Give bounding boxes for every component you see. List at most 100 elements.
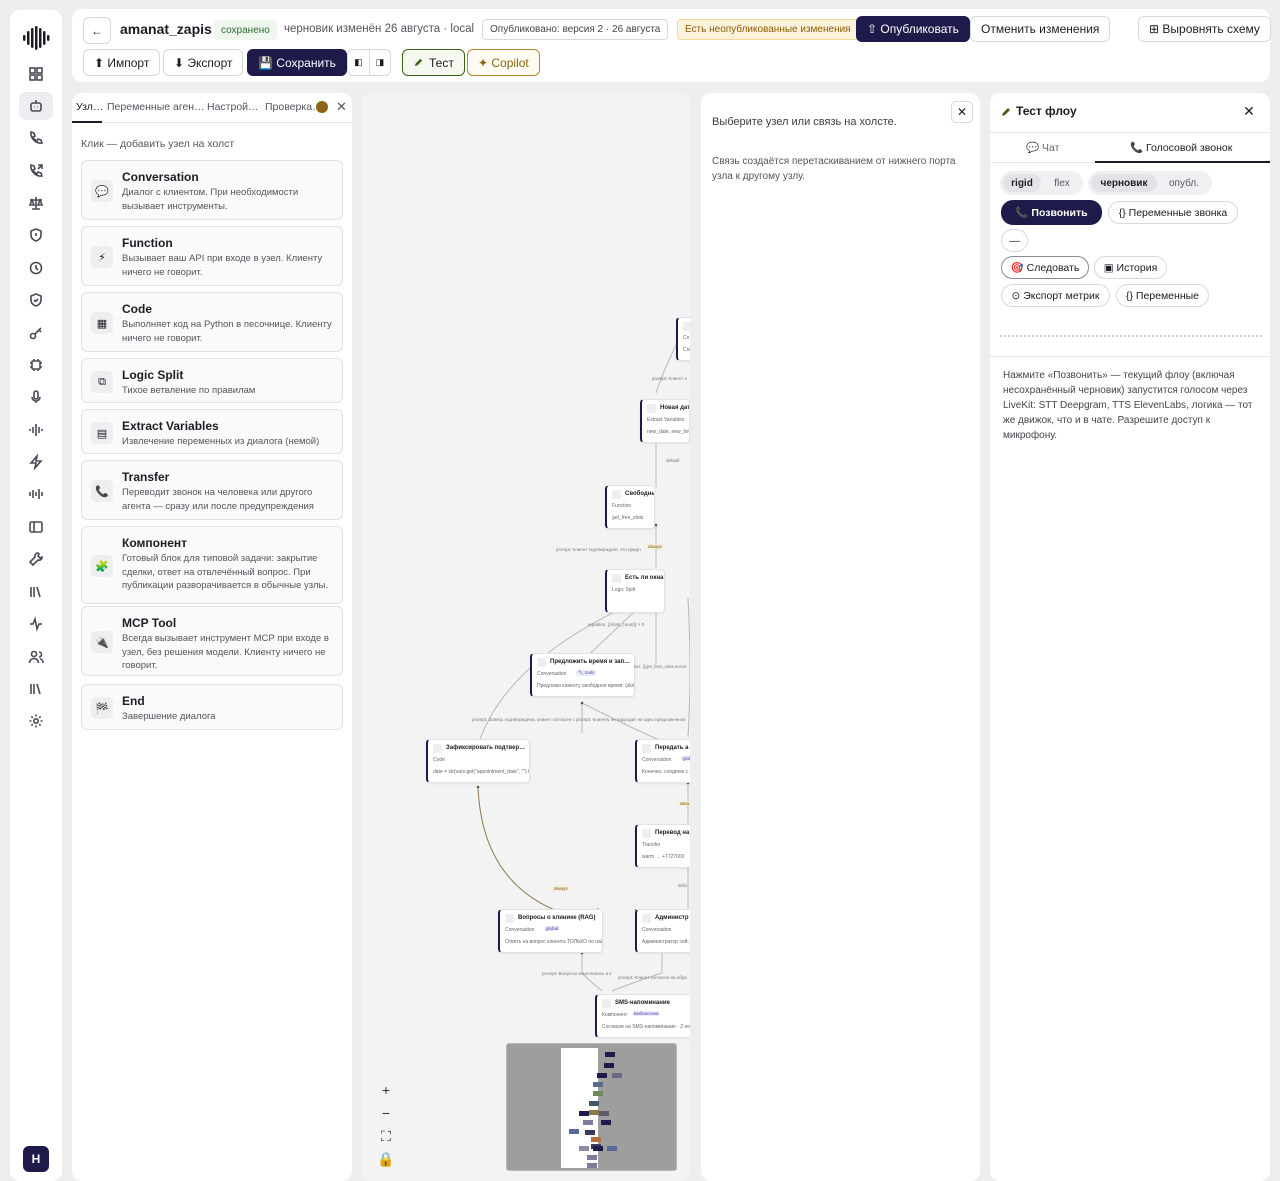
follow-button[interactable]: 🎯 Следовать [1001,256,1089,279]
palette-card[interactable]: 📞 Transfer Переводит звонок на человека ил… [81,460,343,520]
edge-label[interactable]: alwa [678,801,690,806]
tab-validation[interactable]: Проверка… [265,101,323,113]
flow-node[interactable]: Новая дат Extract Variables new_date, new_… [640,399,690,443]
nav-shield[interactable] [19,221,53,249]
flow-canvas[interactable]: Co Cre… (Ja… Новая дат Extract Variables new… [362,93,690,1181]
palette-card-title: End [122,694,145,708]
copilot-button[interactable]: ✦ Copilot [467,49,540,76]
palette-card[interactable]: 🧩 Компонент Готовый блок для типовой задач… [81,526,343,604]
panel-right-toggle[interactable]: ◨ [369,49,391,76]
palette-card[interactable]: 💬 Conversation Диалог с клиентом. При необ… [81,160,343,220]
user-avatar[interactable]: H [23,1146,49,1172]
edge-label[interactable]: prompt: Клиент согласен на обра [618,975,687,980]
flow-node[interactable]: Есть ли окна Logic Split [605,569,665,613]
edge-label[interactable]: equation: {{slots_count}} > 0 [588,622,644,627]
save-button[interactable]: 💾 Сохранить [247,49,347,76]
nav-users[interactable] [19,643,53,671]
nav-activity[interactable] [19,610,53,638]
variables-button[interactable]: {} Переменные [1116,284,1209,307]
edge-label[interactable]: prompt: Запись подтверждена, клиент согл… [472,717,686,722]
edge-label[interactable]: prompt: Клиент подтверждает, что предл [556,547,641,552]
panel-left-toggle[interactable]: ◧ [347,49,369,76]
nav-books[interactable] [19,675,53,703]
nav-chip[interactable] [19,351,53,379]
brand-logo[interactable] [22,26,50,50]
fit-view-button[interactable]: ⛶ [376,1126,396,1146]
flow-node[interactable]: Предложить время и зап… Conversation 🔧 too… [530,653,635,697]
source-draft[interactable]: черновик [1091,174,1157,192]
flow-node[interactable]: Перевод на Transfer warm → +7727000 [635,824,690,868]
test-button[interactable]: Тест [402,49,465,76]
edge-label[interactable]: default [666,458,680,463]
nav-gear[interactable] [19,707,53,735]
palette-card[interactable]: 🏁 End Завершение диалога [81,684,343,730]
node-type-icon [537,658,546,667]
flow-node[interactable]: Вопросы о клинике (RAG) Conversation globa… [498,909,603,953]
zoom-out-button[interactable]: − [376,1103,396,1123]
flow-node[interactable]: Co Cre… (Ja… [676,317,690,361]
tab-agent-variables[interactable]: Переменные аген… [107,101,205,113]
nav-sidebar[interactable] [19,513,53,541]
edge-label[interactable]: always [552,886,570,891]
nav-grid[interactable] [19,60,53,88]
import-button[interactable]: ⬆ Импорт [83,49,161,76]
nav-shield-check[interactable] [19,286,53,314]
flow-node[interactable]: Передать а Conversation global Конечно, сое… [635,739,690,783]
nav-key[interactable] [19,319,53,347]
mode-flex[interactable]: flex [1044,174,1080,192]
tab-nodes[interactable]: Узл… [76,101,103,113]
close-icon[interactable]: ✕ [1238,100,1260,122]
minimap-node [587,1155,597,1160]
palette-card[interactable]: ⧉ Logic Split Тихое ветвление по правилам [81,358,343,403]
back-button[interactable]: ← [83,17,111,44]
tab-chat[interactable]: 💬 Чат [1026,141,1059,154]
grid-icon [29,67,43,81]
export-button[interactable]: ⬇ Экспорт [163,49,244,76]
publish-button[interactable]: ⇧ Опубликовать [856,16,970,42]
flow-node-title: Есть ли окна [625,575,664,581]
flow-node[interactable]: SMS-напоминание Компонент Библиотека Соглас… [595,994,690,1038]
history-button[interactable]: ▣ История [1094,256,1167,279]
nav-phone-outgoing[interactable] [19,157,53,185]
nav-wrench[interactable] [19,545,53,573]
source-published[interactable]: опубл. [1160,174,1208,192]
tab-voice-call[interactable]: 📞 Голосовой звонок [1130,141,1232,154]
close-icon[interactable]: ✕ [951,101,973,123]
nav-microphone[interactable] [19,383,53,411]
flow-node[interactable]: Зафиксировать подтвер… Code date = str(var… [426,739,530,783]
canvas-minimap[interactable] [506,1043,677,1171]
nav-lightning[interactable] [19,448,53,476]
close-icon[interactable]: ✕ [336,99,347,115]
export-metrics-button[interactable]: ⊙ Экспорт метрик [1001,284,1110,307]
revert-button[interactable]: Отменить изменения [970,16,1111,42]
palette-card[interactable]: 🔌 MCP Tool Всегда вызывает инструмент MCP … [81,606,343,676]
palette-card[interactable]: ⚡ Function Вызывает ваш API при входе в уз… [81,226,343,286]
flow-node[interactable]: Свободные окна (CRM Function get_free_slot… [605,485,655,529]
call-button[interactable]: 📞 Позвонить [1001,200,1102,225]
tab-settings[interactable]: Настрой… [207,101,259,113]
dash-button[interactable]: — [1001,229,1028,252]
align-schema-button[interactable]: ⊞ Выровнять схему [1138,16,1271,42]
edge-label[interactable]: defa [678,883,687,888]
node-type-icon [505,914,514,923]
mode-rigid[interactable]: rigid [1003,174,1041,192]
nav-waveform[interactable] [19,416,53,444]
edge-label[interactable]: prompt: Клиент н [652,376,687,381]
palette-card-desc: Завершение диалога [122,711,216,722]
minimap-node [593,1091,603,1096]
nav-history[interactable] [19,254,53,282]
nav-phone[interactable] [19,124,53,152]
nav-scales[interactable] [19,189,53,217]
nav-audio-bars[interactable] [19,480,53,508]
edge-label[interactable]: always [646,544,664,549]
nav-bot[interactable] [19,92,53,120]
lock-button[interactable]: 🔒 [376,1149,396,1169]
edge-label[interactable]: prompt: Вопросы закончились и к [542,971,611,976]
zoom-in-button[interactable]: + [376,1080,396,1100]
flow-node[interactable]: Администр Conversation Администратор сей… … [635,909,690,953]
palette-card[interactable]: ▦ Code Выполняет код на Python в песочнице… [81,292,343,352]
nav-library[interactable] [19,578,53,606]
palette-card[interactable]: ▤ Extract Variables Извлечение переменных … [81,409,343,454]
edge-label[interactable]: ion: {{get_free_slots.succe [634,664,687,669]
call-variables-button[interactable]: {} Переменные звонка [1108,201,1238,224]
